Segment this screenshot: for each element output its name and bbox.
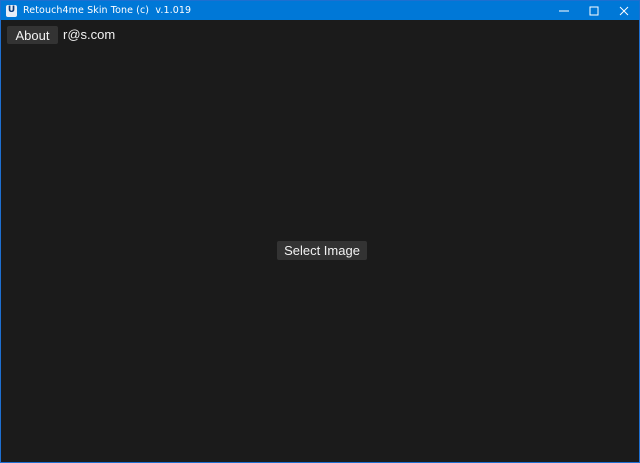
window-title: Retouch4me Skin Tone (c) v.1.019 bbox=[23, 5, 192, 16]
main-area: About r@s.com Select Image bbox=[1, 20, 639, 462]
maximize-button[interactable] bbox=[579, 1, 609, 20]
close-button[interactable] bbox=[609, 1, 639, 20]
app-icon: U bbox=[6, 4, 17, 17]
maximize-icon bbox=[589, 6, 599, 15]
title-bar[interactable]: U Retouch4me Skin Tone (c) v.1.019 bbox=[1, 1, 639, 20]
user-email: r@s.com bbox=[63, 27, 116, 42]
minimize-button[interactable] bbox=[549, 1, 579, 20]
window-controls bbox=[549, 1, 639, 20]
select-image-button[interactable]: Select Image bbox=[277, 241, 367, 260]
close-icon bbox=[619, 6, 629, 15]
about-button[interactable]: About bbox=[7, 26, 58, 44]
app-window: U Retouch4me Skin Tone (c) v.1.019 About… bbox=[0, 0, 640, 463]
minimize-icon bbox=[559, 10, 569, 11]
